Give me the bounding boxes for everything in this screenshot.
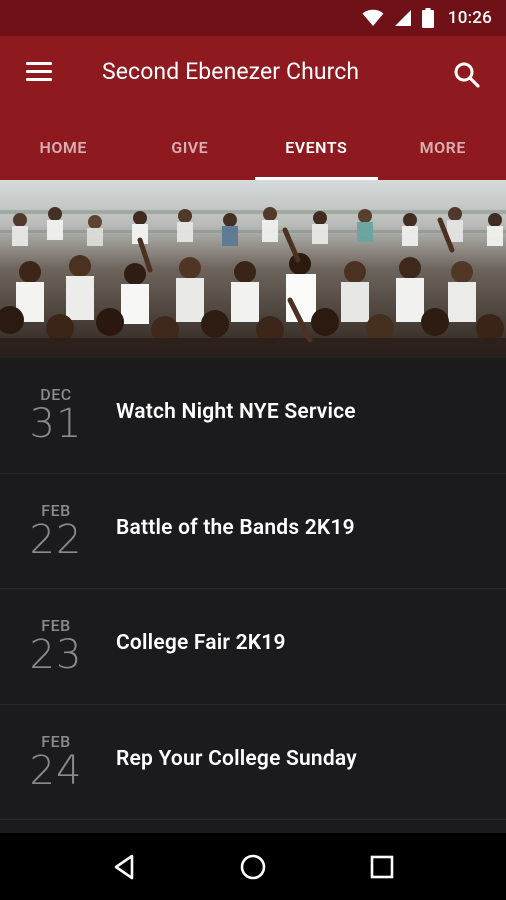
event-title: Rep Your College Sunday [116, 746, 357, 771]
event-date: FEB 23 [0, 617, 114, 679]
recents-icon[interactable] [360, 845, 404, 889]
search-icon[interactable] [452, 60, 482, 90]
event-day: 23 [29, 632, 83, 679]
tab-more[interactable]: MORE [380, 114, 506, 180]
event-item[interactable]: FEB 24 Rep Your College Sunday [0, 705, 506, 820]
back-icon[interactable] [102, 845, 146, 889]
event-day: 22 [29, 516, 83, 563]
event-title: College Fair 2K19 [116, 631, 286, 656]
event-item[interactable]: DEC 31 Watch Night NYE Service [0, 358, 506, 474]
status-time: 10:26 [447, 8, 492, 28]
tab-home[interactable]: HOME [0, 114, 127, 180]
event-item[interactable]: FEB 23 College Fair 2K19 [0, 589, 506, 705]
crowd-illustration [0, 180, 506, 358]
battery-icon [421, 8, 434, 28]
event-date: FEB 22 [0, 501, 114, 563]
event-date: DEC 31 [0, 386, 114, 448]
wifi-icon [362, 9, 384, 26]
event-title: Battle of the Bands 2K19 [116, 515, 355, 540]
tab-bar: HOME GIVE EVENTS MORE [0, 114, 506, 180]
hamburger-menu-icon[interactable] [26, 62, 54, 86]
app-title: Second Ebenezer Church [102, 58, 360, 85]
event-item[interactable]: FEB 22 Battle of the Bands 2K19 [0, 474, 506, 589]
tab-give[interactable]: GIVE [127, 114, 254, 180]
event-day: 24 [29, 747, 83, 794]
events-list: DEC 31 Watch Night NYE Service FEB 22 Ba… [0, 358, 506, 833]
event-day: 31 [29, 401, 83, 448]
app-bar: Second Ebenezer Church [0, 36, 506, 114]
status-icons: 10:26 [362, 8, 492, 28]
signal-icon [394, 10, 411, 26]
event-title: Watch Night NYE Service [116, 400, 356, 425]
event-date: FEB 24 [0, 732, 114, 794]
tab-events[interactable]: EVENTS [253, 114, 380, 180]
home-icon[interactable] [231, 845, 275, 889]
system-nav-bar [0, 833, 506, 900]
hero-image-crowd [0, 180, 506, 358]
status-bar: 10:26 [0, 0, 506, 36]
